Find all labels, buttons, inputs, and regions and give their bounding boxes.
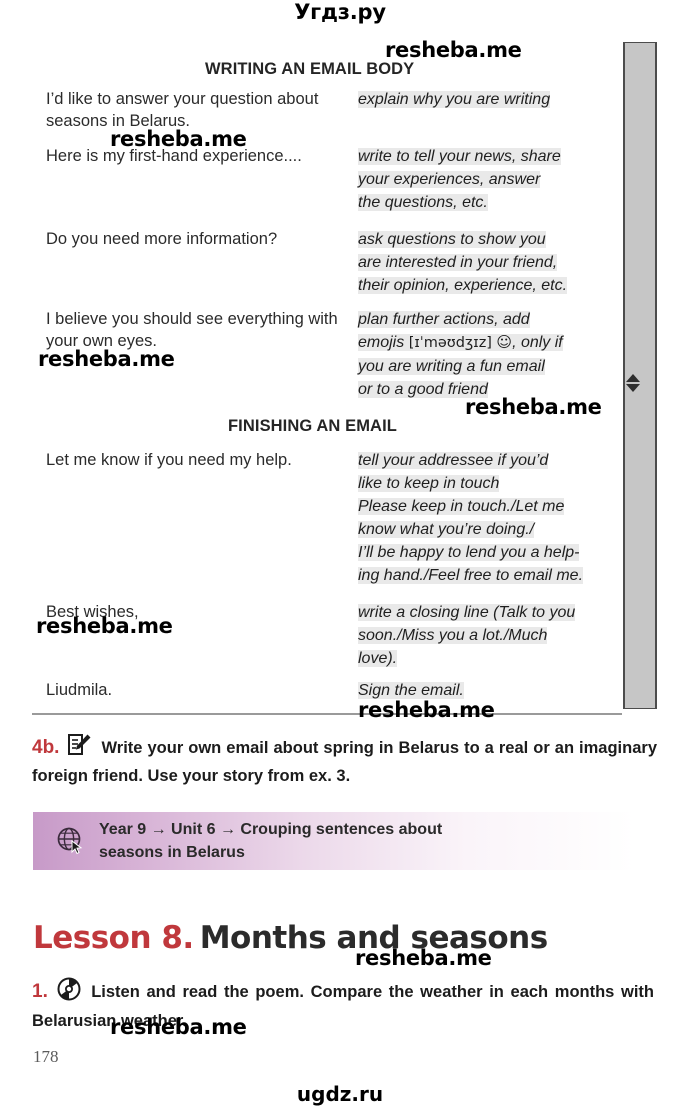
exercise-4b-text: Write your own email about spring in Bel… (32, 739, 657, 785)
resource-link-line2: seasons in Belarus (99, 844, 245, 861)
hint-line: know what you’re doing./ (358, 521, 535, 538)
resource-link-text: Year 9 → Unit 6 → Crouping sentences abo… (99, 818, 442, 864)
table-bottom-divider (32, 713, 622, 715)
exercise-4b-number: 4b. (32, 737, 60, 758)
hint-line: soon./Miss you a lot./Much (358, 627, 548, 644)
table-row-right-3: ask questions to show you are interested… (358, 228, 610, 297)
brand-watermark: resheba.me (385, 38, 522, 62)
notepad-pencil-icon (66, 733, 92, 764)
brand-watermark: resheba.me (465, 395, 602, 419)
hint-line: ing hand./Feel free to email me. (358, 567, 584, 584)
table-row-right-4: plan further actions, add emojis [ɪˈməʊd… (358, 308, 610, 401)
table-row-right-1: explain why you are writing (358, 88, 610, 111)
hint-line: their opinion, experience, etc. (358, 277, 568, 294)
hint-line: I’ll be happy to lend you a help- (358, 544, 580, 561)
smiley-icon: ☺ (496, 333, 513, 351)
hint-line: explain why you are writing (358, 91, 551, 108)
table-row-right-2: write to tell your news, share your expe… (358, 145, 610, 214)
resource-link-box[interactable]: Year 9 → Unit 6 → Crouping sentences abo… (33, 812, 635, 870)
hint-line: you are writing a fun email (358, 358, 545, 375)
hint-line: are interested in your friend, (358, 254, 558, 271)
exercise-4b: 4b. Write your own email about spring in… (32, 733, 657, 788)
top-site-watermark: Угдз.ру (294, 0, 386, 24)
resource-link-line1: Year 9 → Unit 6 → Crouping sentences abo… (99, 821, 443, 838)
brand-watermark: resheba.me (110, 127, 247, 151)
brand-watermark: resheba.me (36, 614, 173, 638)
brand-watermark: resheba.me (358, 698, 495, 722)
brand-watermark: resheba.me (110, 1015, 247, 1039)
hint-line: plan further actions, add (358, 311, 530, 328)
hint-line: Please keep in touch./Let me (358, 498, 565, 515)
hint-line: love). (358, 650, 398, 667)
bottom-site-watermark: ugdz.ru (296, 1082, 384, 1106)
cd-disc-icon (57, 977, 81, 1009)
scroll-down-arrow[interactable] (626, 384, 640, 392)
hint-line-emoji: emojis [ɪˈməʊdʒɪz] ☺, only if (358, 333, 563, 351)
table-row-left-5: Let me know if you need my help. (46, 451, 292, 469)
vertical-scrollbar[interactable] (623, 42, 657, 709)
hint-line: like to keep in touch (358, 475, 500, 492)
brand-watermark: resheba.me (355, 946, 492, 970)
lesson-number: Lesson 8. (33, 920, 194, 956)
page-number: 178 (33, 1047, 59, 1066)
table-row-right-6: write a closing line (Talk to you soon./… (358, 601, 610, 670)
scroll-up-arrow[interactable] (626, 374, 640, 382)
hint-line: your experiences, answer (358, 171, 541, 188)
exercise-1-number: 1. (32, 981, 48, 1002)
section-heading-writing-body: WRITING AN EMAIL BODY (205, 60, 415, 78)
table-row-left-3: Do you need more information? (46, 230, 278, 248)
ipa-transcription: [ɪˈməʊdʒɪz] (408, 335, 492, 351)
hint-line: ask questions to show you (358, 231, 546, 248)
hint-line: tell your addressee if you’d (358, 452, 549, 469)
table-row-right-5: tell your addressee if you’d like to kee… (358, 449, 610, 587)
globe-cursor-icon (49, 825, 93, 857)
hint-line: write a closing line (Talk to you (358, 604, 576, 621)
hint-line: Sign the email. (358, 682, 464, 699)
table-row-left-1: I’d like to answer your question about s… (46, 90, 319, 130)
section-heading-finishing-email: FINISHING AN EMAIL (228, 417, 397, 435)
scrollbar-arrows[interactable] (623, 369, 643, 397)
brand-watermark: resheba.me (38, 347, 175, 371)
table-row-left-4: I believe you should see everything with… (46, 310, 338, 350)
table-row-left-7: Liudmila. (46, 681, 113, 699)
hint-line: write to tell your news, share (358, 148, 561, 165)
hint-line: the questions, etc. (358, 194, 488, 211)
